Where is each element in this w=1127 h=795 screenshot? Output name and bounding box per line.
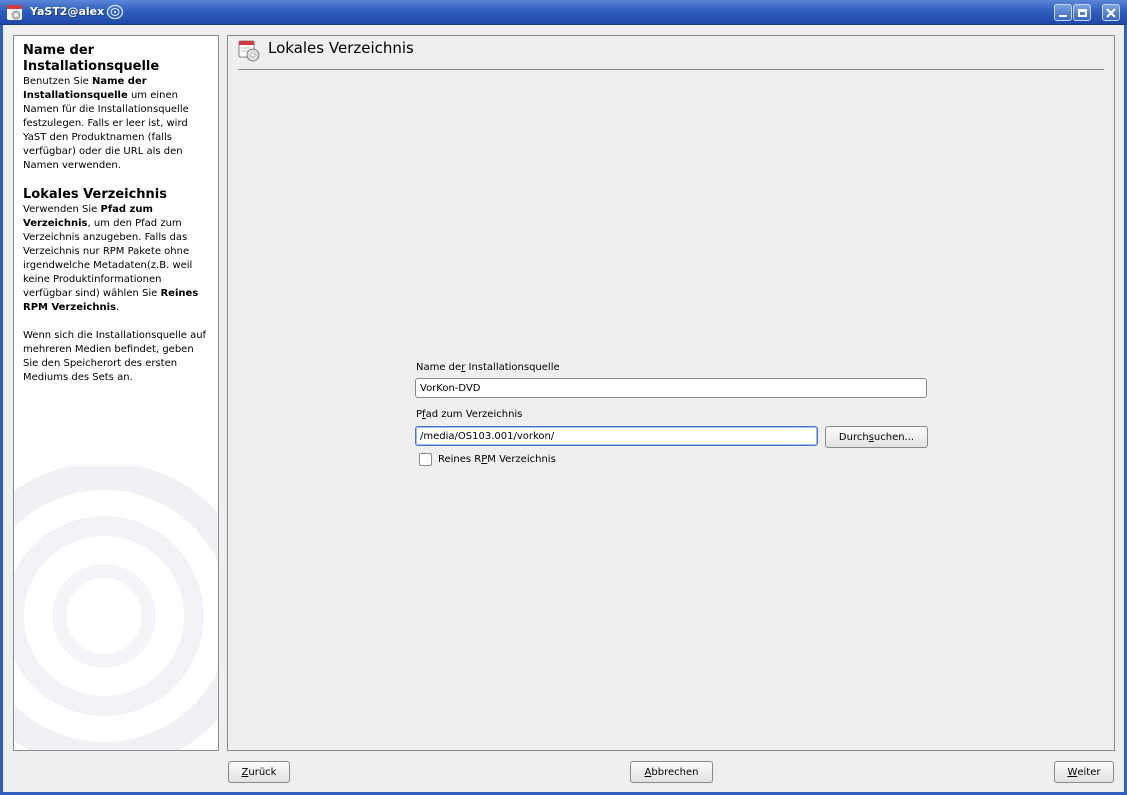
help-text-source-name: Benutzen Sie Name der Installationsquell… [23, 76, 189, 171]
yast-app-icon [7, 5, 22, 20]
source-name-input[interactable] [415, 378, 927, 398]
help-panel: Name der Installationsquelle Benutzen Si… [13, 35, 219, 751]
browse-button[interactable]: Durch s uchen... [825, 426, 928, 448]
close-button[interactable] [1102, 4, 1120, 21]
close-icon [1106, 7, 1116, 18]
main-panel: Lokales Verzeichnis Name der Installatio… [227, 35, 1115, 751]
suse-gecko-icon [106, 4, 124, 20]
source-name-label: Name der Installationsquelle [416, 362, 560, 373]
help-text-multi-media: Wenn sich die Installationsquelle auf me… [23, 330, 207, 383]
minimize-button[interactable] [1054, 4, 1072, 21]
help-heading-source-name: Name der Installationsquelle [23, 43, 160, 74]
maximize-button[interactable] [1073, 4, 1091, 21]
window-title: YaST2@alex [30, 5, 105, 18]
directory-path-input[interactable] [415, 426, 818, 446]
maximize-icon [1077, 8, 1087, 17]
window-frame-left [0, 25, 3, 795]
back-button[interactable]: Zurück [228, 761, 290, 783]
installation-source-icon [238, 40, 260, 62]
window-titlebar[interactable]: YaST2@alex [0, 0, 1127, 25]
abort-button[interactable]: Abbrechen [630, 761, 713, 783]
title-divider [238, 69, 1104, 70]
plain-rpm-checkbox[interactable] [419, 453, 432, 466]
help-heading-local-dir: Lokales Verzeichnis [23, 187, 167, 202]
plain-rpm-label[interactable]: Reines RPM Verzeichnis [438, 454, 556, 465]
directory-path-label: Pfad zum Verzeichnis [416, 409, 523, 420]
help-text-local-dir: Verwenden Sie Pfad zum Verzeichnis, um d… [23, 204, 199, 313]
minimize-icon [1059, 14, 1067, 17]
next-button[interactable]: Weiter [1054, 761, 1114, 783]
page-title: Lokales Verzeichnis [268, 39, 414, 57]
background-swirl-decoration [14, 466, 218, 750]
